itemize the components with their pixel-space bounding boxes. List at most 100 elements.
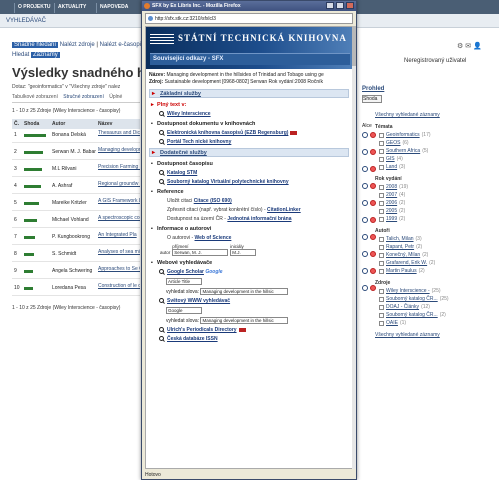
- cite-link[interactable]: Citace (ISO 690): [194, 198, 232, 204]
- wos-initials-input[interactable]: M.J.: [230, 249, 257, 256]
- row-title-link[interactable]: Analyses of sea micro- to meso-sc: [98, 249, 140, 255]
- facet-item-label[interactable]: 2008: [386, 184, 397, 190]
- link-portal[interactable]: Portál Tech nické knihovny: [159, 139, 352, 145]
- nav-news[interactable]: AKTUALITY: [54, 3, 89, 13]
- facet-item-label[interactable]: 1999: [386, 216, 397, 222]
- facet-checkbox[interactable]: [379, 312, 384, 318]
- facet-item-label[interactable]: 2006: [386, 200, 397, 206]
- stm-label[interactable]: Katalog STM: [167, 170, 197, 176]
- facet-checkbox[interactable]: [379, 236, 384, 242]
- tab-find-ejournals[interactable]: Nalézt e-časopisy: [100, 42, 147, 48]
- view-table[interactable]: Tabulkové zobrazení: [12, 94, 58, 100]
- section-extra-services[interactable]: ▸ Dodatečné služby: [149, 148, 349, 157]
- www-engine-select[interactable]: Google: [166, 307, 202, 314]
- row-title-link[interactable]: A spectroscopic contaminated floo: [98, 215, 140, 221]
- facet-item-label[interactable]: 2007: [386, 192, 397, 198]
- tab-find-sources[interactable]: Nalézt zdroje: [60, 42, 95, 48]
- www-label[interactable]: Světový WWW vyhledávač: [167, 298, 230, 304]
- table-row[interactable]: 5 Mareike Kritzler A GIS Framework Laborat…: [12, 197, 140, 211]
- scholar-field-select[interactable]: Article Title: [166, 278, 202, 285]
- close-button[interactable]: [346, 2, 354, 9]
- facet-item[interactable]: Grafarend, Erik W. (2): [379, 260, 497, 266]
- link-stm[interactable]: Katalog STM: [159, 170, 352, 176]
- facet-checkbox[interactable]: [379, 288, 384, 294]
- details-icon[interactable]: [362, 234, 368, 240]
- facet-item-label[interactable]: OAIE: [386, 320, 398, 326]
- link-www-search[interactable]: Světový WWW vyhledávač: [159, 298, 352, 304]
- facet-checkbox[interactable]: [379, 296, 384, 302]
- facet-item-label[interactable]: Grafarend, Erik W.: [386, 260, 427, 266]
- scrollbar-thumb[interactable]: [352, 26, 356, 66]
- table-row[interactable]: 6 Michael Vohland A spectroscopic contamin…: [12, 214, 140, 228]
- nav-help[interactable]: NAPOVEDA: [96, 3, 131, 13]
- table-row[interactable]: 2 Serwan M. J. BabanManaging developm geo…: [12, 146, 140, 160]
- facet-item[interactable]: Souborný katalog ČR... (25): [379, 296, 497, 302]
- facet-checkbox[interactable]: [379, 244, 384, 250]
- facet-item-label[interactable]: Souborný katalog ČR...: [386, 312, 438, 318]
- link-issn[interactable]: Česká databáze ISSN: [159, 336, 352, 342]
- facet-item[interactable]: OAIE (1): [379, 320, 497, 326]
- facet-item-label[interactable]: Wiley Interscience -: [386, 288, 430, 294]
- facet-item-label[interactable]: GIS: [386, 156, 395, 162]
- maximize-button[interactable]: [336, 2, 344, 9]
- row-title-link[interactable]: Managing developm geoinformatics: [98, 147, 140, 153]
- row-title-link[interactable]: Construction of le detection in ricef: [98, 283, 140, 289]
- scholar-label[interactable]: Google Scholar: [167, 269, 204, 275]
- row-title-link[interactable]: Precision Farming Production in a De: [98, 164, 140, 170]
- vkpk-label[interactable]: Souborný katalog Virtuální polytechnické…: [167, 179, 289, 185]
- wos-surname-input[interactable]: Serwan, M. J.: [172, 249, 229, 256]
- popup-scrollbar[interactable]: [352, 26, 356, 469]
- details-icon[interactable]: [362, 149, 368, 155]
- facet-item[interactable]: 2006 (2): [379, 200, 497, 206]
- table-row[interactable]: 3 M.L Rilvani Precision Farming Production…: [12, 163, 140, 177]
- facet-checkbox[interactable]: [379, 184, 384, 190]
- facet-all-records[interactable]: Všechny vyhledané záznamy: [375, 112, 497, 118]
- facet-checkbox[interactable]: [379, 192, 384, 198]
- browse-link[interactable]: Prohled: [362, 86, 384, 92]
- facet-item[interactable]: Geoinformatics (17): [379, 132, 497, 138]
- table-row[interactable]: 4 A. Ashraf Regional groundw Pakistan usin…: [12, 180, 140, 194]
- facet-checkbox[interactable]: [379, 320, 384, 326]
- table-row[interactable]: 9 Angela Schwering Approaches to Se Geospa…: [12, 265, 140, 279]
- wiley-label[interactable]: Wiley Interscience: [167, 111, 211, 117]
- facet-checkbox[interactable]: [379, 140, 384, 146]
- facet-all-records-bottom[interactable]: Všechny vyhledané záznamy: [375, 332, 497, 338]
- facet-item-label[interactable]: Talich, Milan: [386, 236, 414, 242]
- table-row[interactable]: 1 Bonana Delská Thesaurus and Dic: [12, 129, 140, 143]
- minimize-button[interactable]: [326, 2, 334, 9]
- link-wiley[interactable]: Wiley Interscience: [159, 111, 352, 117]
- row-title-link[interactable]: A GIS Framework Laboratory Mice T: [98, 198, 140, 204]
- row-title-link[interactable]: An Integrated Pla: [98, 232, 140, 238]
- facet-checkbox[interactable]: [379, 304, 384, 310]
- facet-item[interactable]: 2008 (19): [379, 184, 497, 190]
- row-title-link[interactable]: Regional groundw Pakistan using ren: [98, 181, 140, 187]
- tab-search[interactable]: Hledat: [12, 52, 29, 58]
- facet-item[interactable]: 2007 (4): [379, 192, 497, 198]
- details-icon[interactable]: [362, 251, 368, 257]
- facet-item-label[interactable]: Souborný katalog ČR...: [386, 296, 438, 302]
- link-ezb[interactable]: Elektronická knihovna časopisů (EZB Rege…: [159, 130, 352, 136]
- details-icon[interactable]: [362, 132, 368, 138]
- facet-item[interactable]: Souborný katalog ČR... (2): [379, 312, 497, 318]
- facet-item-label[interactable]: Land: [386, 164, 397, 170]
- col-score[interactable]: Shoda: [24, 121, 39, 127]
- link-google-scholar[interactable]: Google Scholar Google: [159, 269, 352, 275]
- facet-checkbox[interactable]: [379, 164, 384, 170]
- view-brief[interactable]: Stručné zobrazení: [63, 94, 104, 100]
- facet-item[interactable]: 2005 (2): [379, 208, 497, 214]
- facet-item[interactable]: DOAJ - Články (12): [379, 304, 497, 310]
- table-row[interactable]: 7 P. Kungbookrong An Integrated Pla: [12, 231, 140, 245]
- details-icon[interactable]: [362, 285, 368, 291]
- ill-link[interactable]: Jednotná informační brána: [227, 216, 291, 222]
- facet-item-label[interactable]: Southern Africa: [386, 148, 420, 154]
- citation-linker-link[interactable]: CitationLinker: [267, 207, 301, 213]
- wos-link[interactable]: Web of Science: [195, 235, 232, 241]
- facet-checkbox[interactable]: [379, 200, 384, 206]
- view-full[interactable]: Úplné: [109, 94, 122, 100]
- scholar-query-input[interactable]: Managing development in the hillsic: [200, 288, 289, 295]
- ezb-label[interactable]: Elektronická knihovna časopisů (EZB Rege…: [167, 130, 288, 136]
- row-title-link[interactable]: Approaches to Se Geospatial Inform: [98, 266, 140, 272]
- tab-records[interactable]: Záznamy: [31, 52, 60, 58]
- window-titlebar[interactable]: SFX by Ex Libris Inc. - Mozilla Firefox: [142, 1, 356, 11]
- table-row[interactable]: 8 S. Schmidt Analyses of sea micro- to mes…: [12, 248, 140, 262]
